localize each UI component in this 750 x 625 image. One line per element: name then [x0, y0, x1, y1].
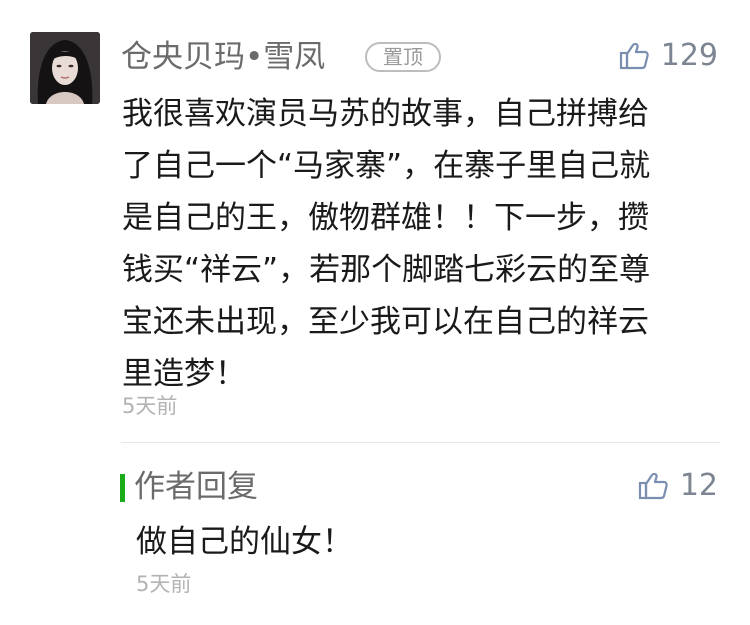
comment-timestamp: 5天前	[122, 394, 178, 418]
avatar-photo	[30, 32, 100, 104]
comment-text-line: 宝还未出现，至少我可以在自己的祥云	[122, 304, 649, 340]
comment-text-line: 里造梦！	[122, 356, 246, 392]
author-name[interactable]: 仓央贝玛•雪凤	[121, 36, 325, 78]
comment-text-line: 钱买“祥云”，若那个脚踏七彩云的至尊	[122, 252, 651, 288]
comment-like-count: 129	[660, 38, 718, 73]
comment-text-line: 了自己一个“马家寨”，在寨子里自己就	[122, 148, 651, 184]
reply-accent-bar	[120, 474, 125, 502]
reply-timestamp: 5天前	[136, 572, 192, 596]
comment-like-button[interactable]: 129	[619, 36, 718, 76]
reply-text: 做自己的仙女！	[136, 524, 353, 560]
comment-text-line: 是自己的王，傲物群雄！！下一步，攒	[122, 200, 649, 236]
thumbs-up-icon	[619, 42, 649, 70]
divider	[121, 442, 720, 443]
comment-text-line: 我很喜欢演员马苏的故事，自己拼搏给	[122, 96, 649, 132]
reply-like-button[interactable]: 12	[638, 466, 718, 506]
comment-text: 我很喜欢演员马苏的故事，自己拼搏给 了自己一个“马家寨”，在寨子里自己就 是自己…	[122, 88, 722, 400]
avatar[interactable]	[30, 32, 100, 104]
thumbs-up-icon	[638, 472, 668, 500]
author-reply-label: 作者回复	[134, 469, 258, 505]
pinned-badge: 置顶	[365, 42, 441, 72]
reply-like-count: 12	[679, 468, 718, 503]
